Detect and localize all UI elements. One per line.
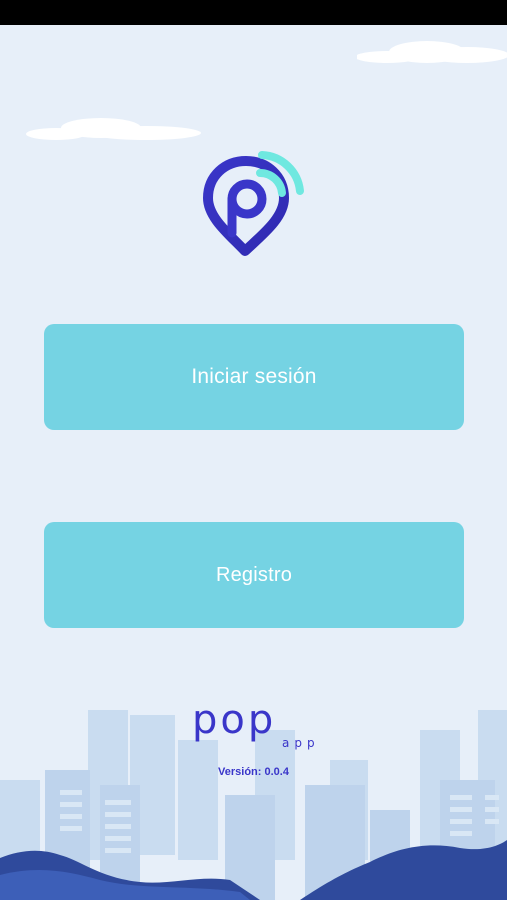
login-button[interactable]: Iniciar sesión	[44, 324, 464, 430]
register-button[interactable]: Registro	[44, 522, 464, 628]
cloud-decoration	[357, 41, 507, 63]
welcome-screen: Iniciar sesión Registro pop app Versión:…	[0, 0, 507, 900]
status-bar	[0, 0, 507, 25]
version-label: Versión: 0.0.4	[218, 766, 289, 778]
brand-logo: pop app	[192, 696, 322, 756]
brand-name: pop	[192, 697, 277, 743]
cloud-decoration	[26, 118, 201, 140]
location-pin-wifi-icon	[203, 151, 304, 256]
brand-suffix: app	[282, 736, 320, 750]
